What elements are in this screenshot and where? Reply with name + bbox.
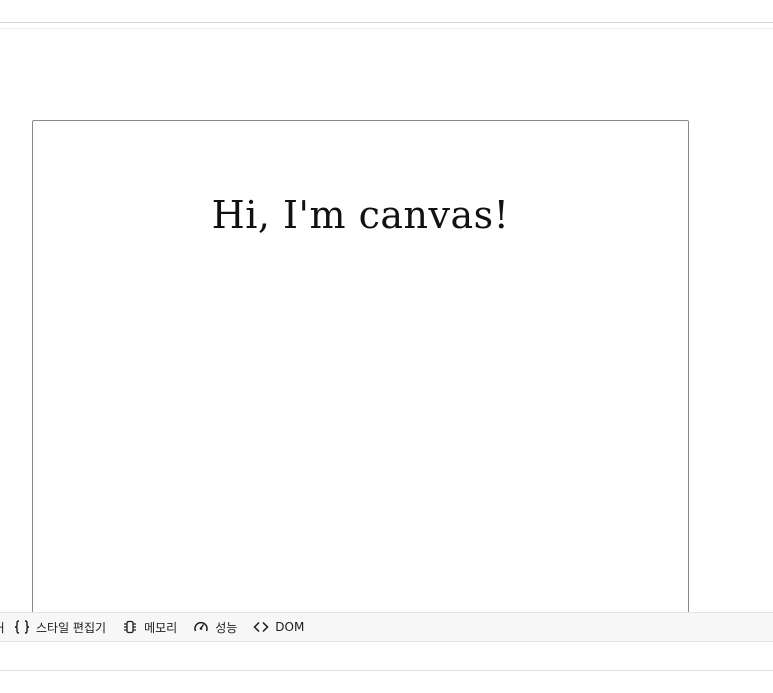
tab-performance[interactable]: 성능 <box>185 613 245 641</box>
tab-dom[interactable]: DOM <box>245 613 312 641</box>
tab-style-editor-label: 스타일 편집기 <box>36 620 107 635</box>
devtools-panel-area <box>0 642 773 693</box>
braces-icon <box>14 620 30 634</box>
canvas-text: Hi, I'm canvas! <box>211 193 510 237</box>
canvas-element[interactable]: Hi, I'm canvas! <box>32 120 689 620</box>
code-brackets-icon <box>253 620 269 634</box>
tab-dom-label: DOM <box>275 620 305 634</box>
devtools-panel-divider <box>0 670 773 671</box>
tab-style-editor[interactable]: 스타일 편집기 <box>6 613 114 641</box>
gauge-icon <box>193 620 209 634</box>
content-top-divider <box>0 28 773 29</box>
memory-chip-icon <box>122 620 138 634</box>
browser-toolbar-divider <box>0 22 773 23</box>
tab-memory-label: 메모리 <box>144 620 178 635</box>
devtools-tab-bar: ㅓ 스타일 편집기 메모리 성능 DOM <box>0 612 773 642</box>
tab-performance-label: 성능 <box>215 620 238 635</box>
tab-memory[interactable]: 메모리 <box>114 613 185 641</box>
